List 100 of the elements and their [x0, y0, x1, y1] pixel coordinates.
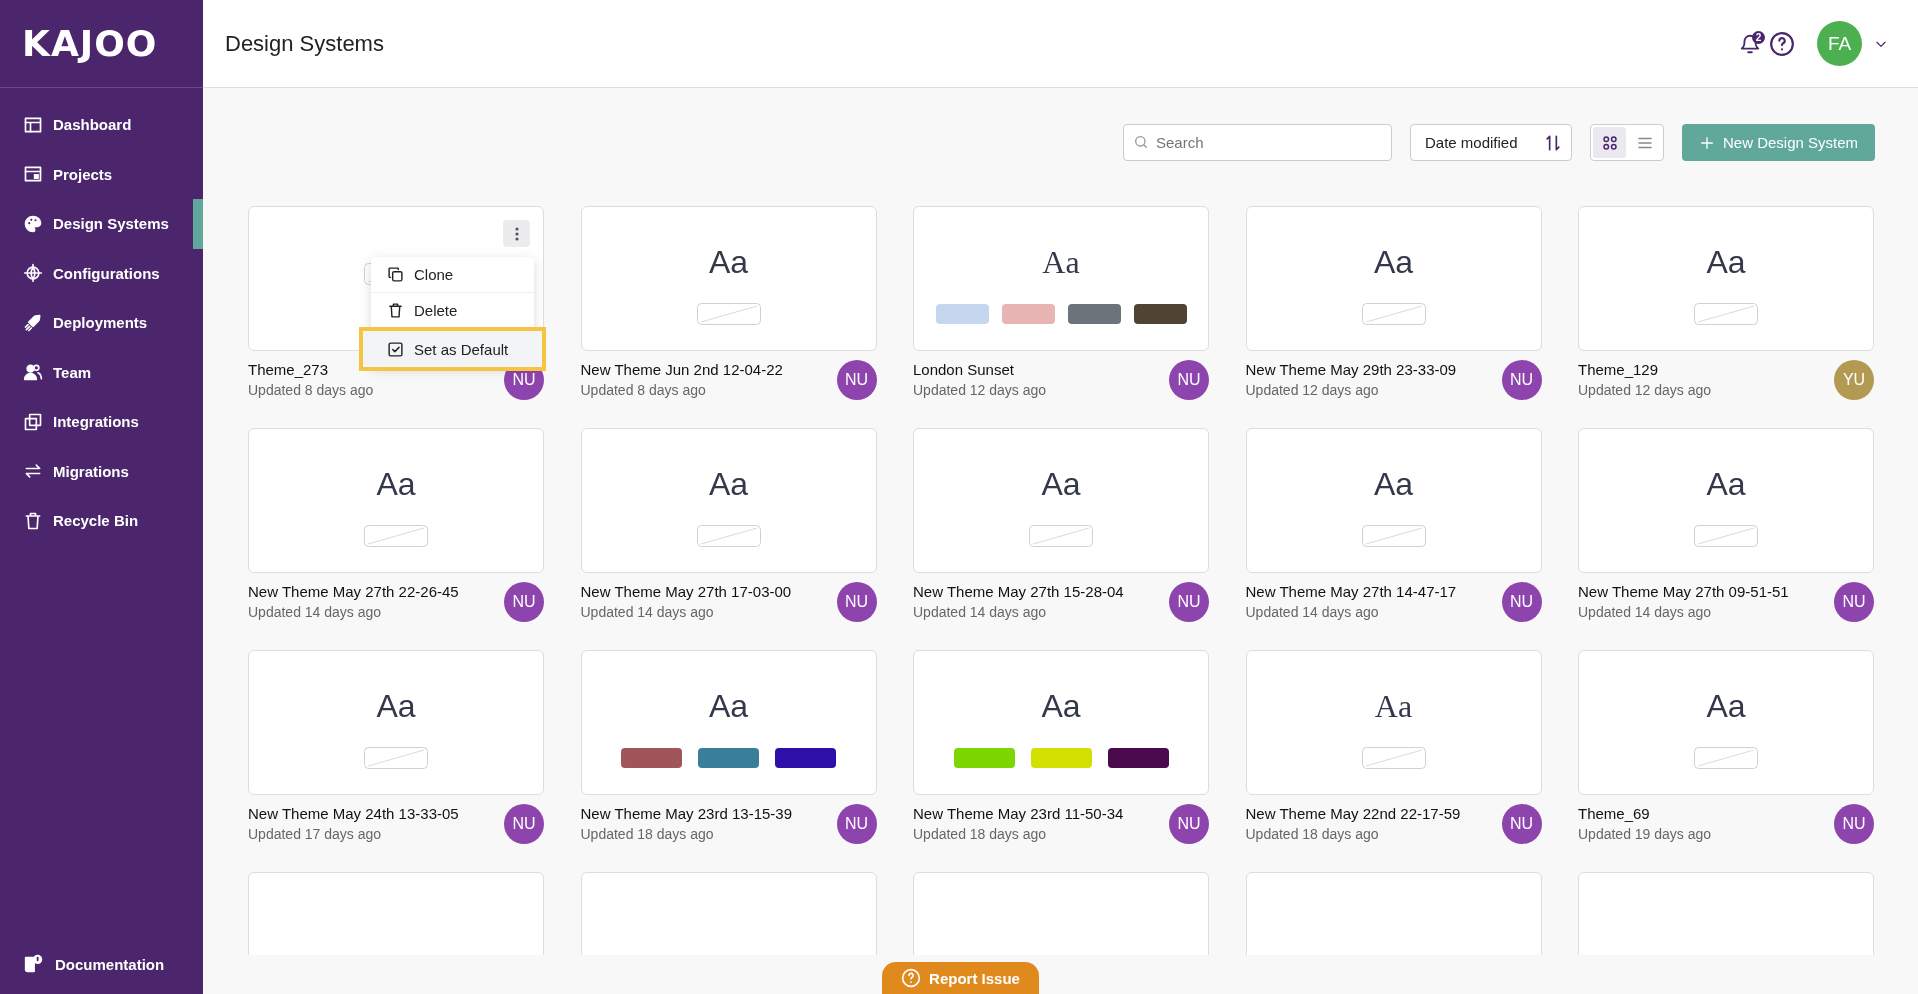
sidebar-item[interactable]: Deployments — [0, 298, 203, 348]
font-sample: Aa — [1041, 687, 1081, 726]
checkbox-icon — [387, 340, 404, 358]
card-preview[interactable]: Aa — [1245, 650, 1542, 795]
card-preview[interactable]: Aa — [1578, 650, 1874, 795]
sidebar-item[interactable]: Projects — [0, 149, 203, 199]
card-title: New Theme May 29th 23-33-09 — [1245, 360, 1457, 380]
sort-dropdown[interactable]: Date modified — [1410, 124, 1572, 161]
stacked-squares-icon — [23, 411, 43, 432]
updated-text: Updated 12 days ago — [913, 381, 1047, 400]
card-preview[interactable]: Aa — [913, 650, 1209, 795]
sidebar-item[interactable]: Dashboard — [0, 100, 203, 150]
card-preview[interactable]: Aa — [1578, 206, 1874, 351]
empty-swatch-icon — [1361, 747, 1426, 769]
updated-text: Updated 18 days ago — [913, 825, 1048, 844]
font-sample: Aa — [708, 465, 749, 504]
card-preview[interactable]: Aa — [1245, 206, 1542, 351]
font-sample: Aa — [1373, 465, 1414, 504]
user-avatar: NU — [1169, 359, 1209, 400]
font-sample: Aa — [708, 687, 749, 726]
updated-text: Updated 14 days ago — [580, 603, 715, 622]
bell-icon — [1739, 32, 1761, 55]
updated-text: Updated 14 days ago — [1245, 603, 1380, 622]
search-field[interactable]: Search — [1123, 124, 1392, 161]
empty-swatch-icon — [1694, 747, 1758, 769]
user-avatar: NU — [836, 803, 877, 844]
globe-gear-icon — [23, 263, 43, 284]
sidebar-item[interactable]: Configurations — [0, 248, 203, 298]
font-sample: Aa — [1042, 243, 1080, 282]
empty-swatch-icon — [1361, 303, 1426, 325]
user-avatar: NU — [1834, 581, 1874, 622]
updated-text: Updated 12 days ago — [1245, 381, 1380, 400]
updated-text: Updated 14 days ago — [1578, 603, 1713, 622]
updated-text: Updated 12 days ago — [1578, 381, 1712, 400]
card-preview[interactable]: Aa — [1245, 428, 1542, 573]
card-title: New Theme May 22nd 22-17-59 — [1245, 804, 1461, 824]
sidebar-item[interactable]: Documentation — [0, 934, 203, 994]
sidebar-item[interactable]: Team — [0, 347, 203, 397]
search-icon — [1133, 134, 1149, 150]
user-avatar: NU — [504, 581, 544, 622]
card-preview[interactable]: Aa — [580, 650, 877, 795]
user-avatar: NU — [1169, 581, 1209, 622]
layout-icon — [23, 164, 43, 185]
updated-text: Updated 14 days ago — [913, 603, 1048, 622]
card-title: New Theme May 24th 13-33-05 — [248, 804, 459, 824]
font-sample: Aa — [376, 465, 416, 504]
font-sample: Aa — [1706, 243, 1746, 282]
copy-icon — [387, 266, 404, 283]
user-avatar: NU — [836, 359, 877, 400]
palette-icon — [23, 213, 43, 234]
font-sample: Aa — [1041, 465, 1081, 504]
user-avatar: YU — [1834, 359, 1874, 400]
user-avatar: NU — [1501, 803, 1542, 844]
updated-text: Updated 8 days ago — [580, 381, 707, 400]
user-avatar: NU — [1169, 803, 1209, 844]
card-preview[interactable]: Aa — [580, 206, 877, 351]
card-preview[interactable]: Aa — [1578, 428, 1874, 573]
empty-swatch-icon — [696, 303, 761, 325]
trash-icon — [387, 302, 404, 319]
font-sample: Aa — [1706, 465, 1746, 504]
empty-swatch-icon — [364, 747, 428, 769]
updated-text: Updated 8 days ago — [248, 381, 374, 400]
card-preview[interactable]: Aa — [580, 428, 877, 573]
user-avatar: NU — [504, 803, 544, 844]
updated-text: Updated 18 days ago — [1245, 825, 1380, 844]
menu-item[interactable]: Clone — [371, 257, 534, 293]
user-avatar: NU — [1834, 803, 1874, 844]
logo[interactable]: KAJOO — [22, 23, 158, 64]
card-preview[interactable]: Aa — [248, 428, 544, 573]
font-sample: Aa — [376, 687, 416, 726]
card-title: Theme_273 — [248, 360, 330, 380]
card-title: New Theme May 27th 22-26-45 — [248, 582, 459, 602]
notification-badge: 2 — [1752, 30, 1765, 44]
user-avatar: NU — [836, 581, 877, 622]
users-icon — [23, 362, 43, 383]
updated-text: Updated 14 days ago — [248, 603, 383, 622]
more-options-button[interactable] — [503, 220, 530, 247]
card-preview[interactable]: Aa — [913, 428, 1209, 573]
card-title: New Theme May 27th 15-28-04 — [913, 582, 1124, 602]
grid-view-button[interactable] — [1593, 127, 1626, 158]
sidebar-item[interactable]: Integrations — [0, 397, 203, 447]
card-title: New Theme May 27th 17-03-00 — [580, 582, 792, 602]
font-sample: Aa — [1373, 243, 1414, 282]
card-title: New Theme May 27th 09-51-51 — [1578, 582, 1789, 602]
grid-icon — [1600, 133, 1619, 152]
sidebar-item[interactable]: Recycle Bin — [0, 496, 203, 546]
help-icon — [901, 968, 922, 988]
updated-text: Updated 19 days ago — [1578, 825, 1712, 844]
notification-button[interactable]: 2 — [1737, 28, 1763, 59]
sidebar-item[interactable]: Migrations — [0, 446, 203, 496]
card-title: New Theme May 23rd 11-50-34 — [913, 804, 1124, 824]
empty-swatch-icon — [364, 525, 428, 547]
empty-swatch-icon — [1694, 303, 1758, 325]
user-avatar: NU — [1501, 359, 1542, 400]
card-preview[interactable]: Aa — [248, 650, 544, 795]
empty-swatch-icon — [1029, 525, 1093, 547]
more-vertical-icon — [514, 226, 519, 241]
rocket-icon — [23, 312, 43, 333]
card-preview[interactable]: Aa — [913, 206, 1209, 351]
card-title: New Theme May 23rd 13-15-39 — [580, 804, 792, 824]
